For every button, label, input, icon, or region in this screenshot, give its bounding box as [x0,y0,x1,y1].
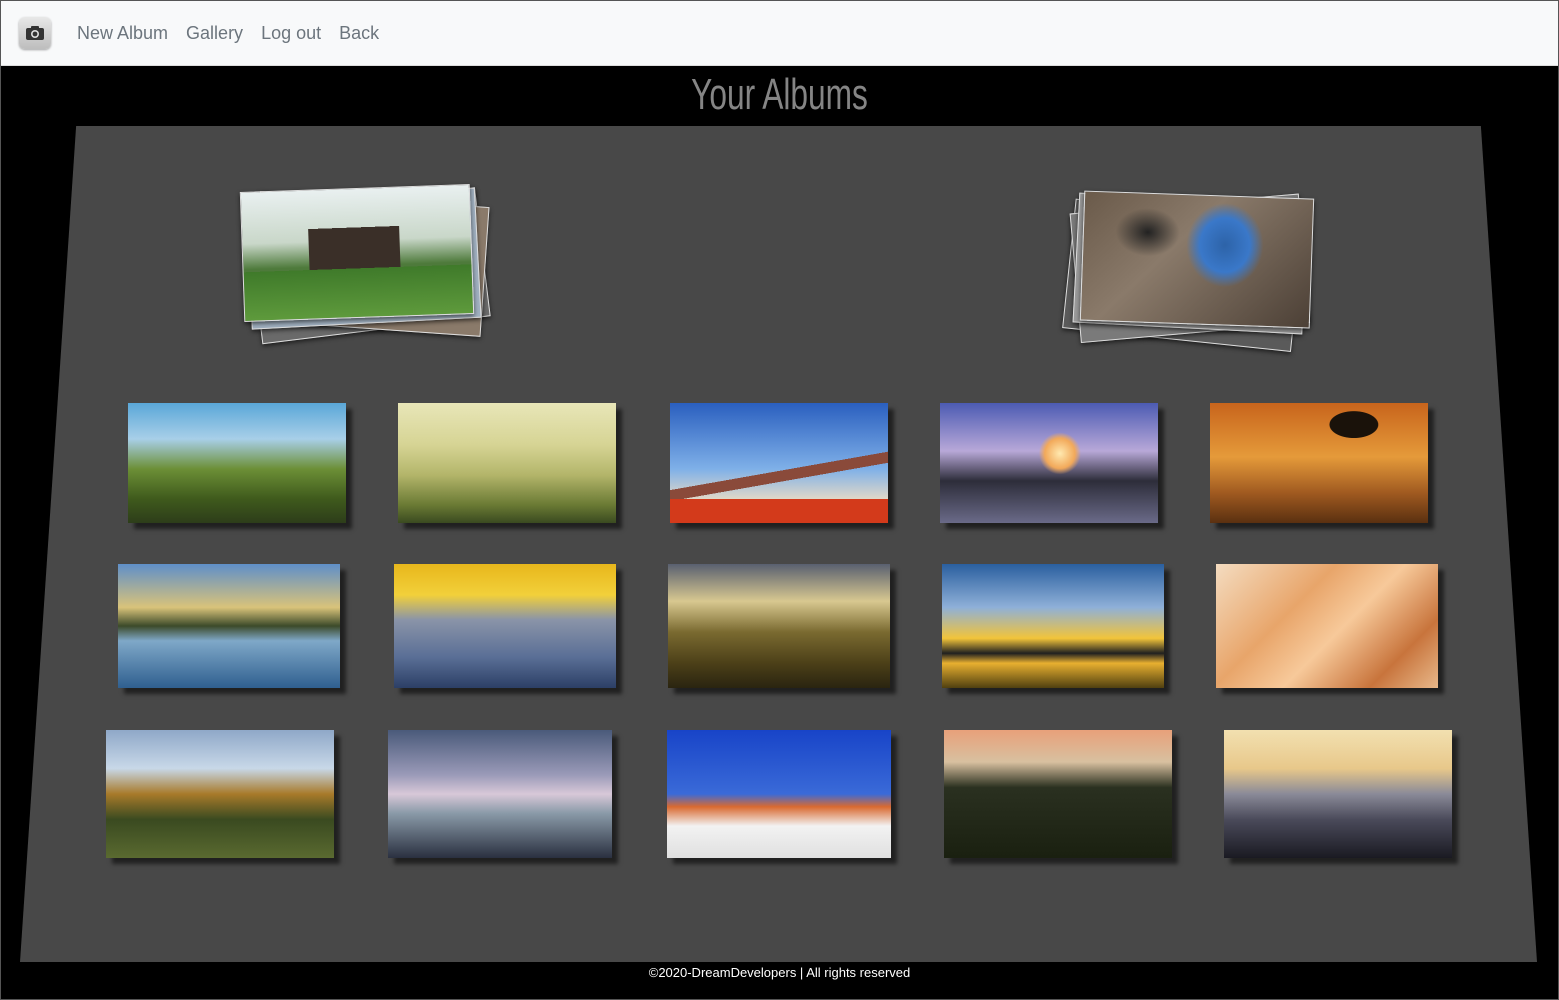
album-stack-1[interactable] [239,184,502,368]
photo-thumbnail[interactable] [944,730,1172,858]
album-stage [20,126,1537,962]
photo-thumbnail[interactable] [398,403,616,523]
photo-thumbnail[interactable] [128,403,346,523]
photo-thumbnail[interactable] [942,564,1164,688]
page-title: Your Albums [691,70,868,119]
nav-new-album[interactable]: New Album [77,23,168,44]
photo-thumbnail[interactable] [106,730,334,858]
photo-thumbnail[interactable] [1210,403,1428,523]
photo-thumbnail[interactable] [388,730,612,858]
photo-thumbnail[interactable] [118,564,340,688]
photo-thumbnail[interactable] [394,564,616,688]
photo-thumbnail[interactable] [667,730,891,858]
photo-thumbnail[interactable] [668,564,890,688]
nav-back[interactable]: Back [339,23,379,44]
photo-thumbnail[interactable] [940,403,1158,523]
album-stack-2[interactable] [1062,190,1326,374]
photo-thumbnail[interactable] [1224,730,1452,858]
album-cover [1079,190,1315,329]
camera-icon[interactable] [19,17,51,49]
footer-copyright: ©2020-DreamDevelopers | All rights reser… [648,965,911,980]
photo-thumbnail[interactable] [1216,564,1438,688]
nav-log-out[interactable]: Log out [261,23,321,44]
navbar: New Album Gallery Log out Back [1,1,1558,66]
photo-thumbnail[interactable] [670,403,888,523]
album-cover [239,184,475,322]
nav-gallery[interactable]: Gallery [186,23,243,44]
